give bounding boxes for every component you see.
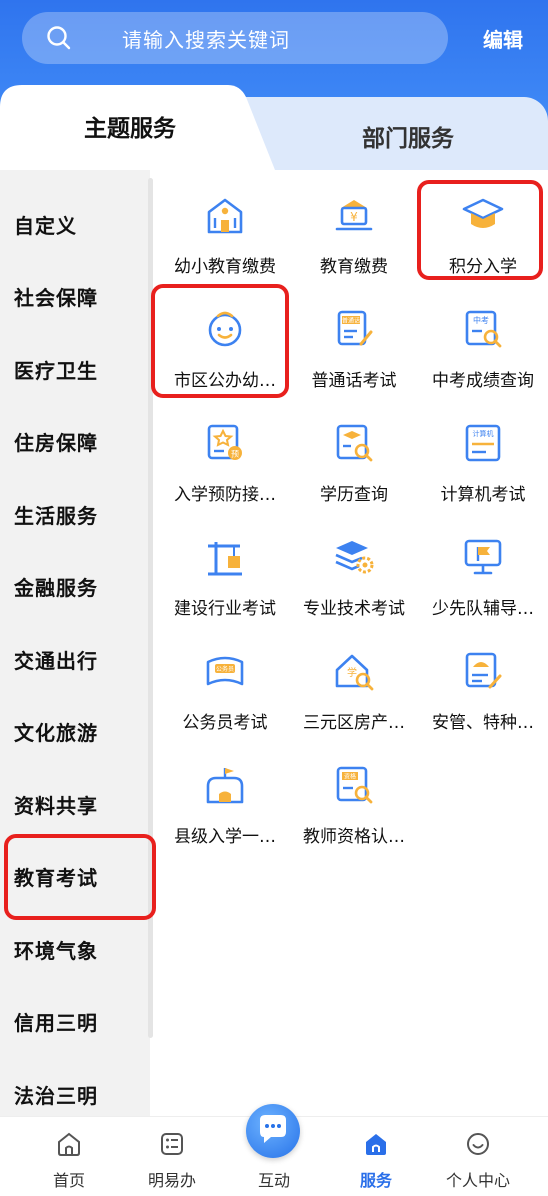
mandarin-label: 普通话	[342, 317, 360, 325]
service-item[interactable]: 预 入学预防接…	[160, 408, 290, 522]
service-item[interactable]: 专业技术考试	[289, 522, 419, 636]
technical-gear-icon	[335, 541, 374, 574]
sidebar-item-law[interactable]: 法治三明	[14, 1080, 98, 1109]
sidebar-item-housing[interactable]: 住房保障	[14, 427, 98, 456]
service-label: 公务员考试	[182, 713, 268, 733]
category-sidebar[interactable]: 自定义 社会保障 医疗卫生 住房保障 生活服务 金融服务 交通出行 文化旅游 资…	[0, 170, 150, 1116]
service-tabs: 主题服务 部门服务	[0, 85, 548, 170]
civil-label: 公务员	[216, 665, 234, 673]
sidebar-item-custom[interactable]: 自定义	[14, 210, 77, 239]
service-label: 计算机考试	[440, 485, 526, 505]
service-label: 中考成绩查询	[432, 371, 534, 391]
service-label: 教师资格认…	[303, 827, 405, 847]
zhongkao-label: 中考	[473, 315, 489, 325]
tab-department-services[interactable]: 部门服务	[362, 119, 454, 153]
service-item[interactable]: 学历查询	[289, 408, 419, 522]
service-item[interactable]: 建设行业考试	[160, 522, 290, 636]
teacher-label: 资格	[344, 773, 356, 781]
tab-services[interactable]: 服务	[326, 1117, 426, 1196]
house-search-icon: 学	[335, 654, 374, 691]
sidebar-item-social-security[interactable]: 社会保障	[14, 282, 98, 311]
tab-personal-center[interactable]: 个人中心	[428, 1117, 528, 1196]
service-label: 学历查询	[320, 485, 388, 505]
civil-servant-exam-icon: 公务员	[206, 656, 244, 686]
service-label: 教育缴费	[320, 257, 388, 277]
sidebar-item-medical[interactable]: 医疗卫生	[14, 355, 98, 384]
tab-label: 明易办	[147, 1171, 196, 1190]
computer-exam-icon: 计算机	[465, 424, 501, 462]
service-item[interactable]: 中考 中考成绩查询	[418, 294, 548, 408]
form-list-icon	[161, 1133, 183, 1155]
service-item[interactable]: 资格 教师资格认…	[289, 750, 419, 864]
sidebar-item-credit[interactable]: 信用三明	[14, 1007, 98, 1036]
service-label: 安管、特种…	[432, 713, 534, 733]
search-bar[interactable]: 请输入搜索关键词	[22, 12, 448, 64]
sidebar-item-environment[interactable]: 环境气象	[14, 935, 98, 964]
service-item[interactable]: 计算机 计算机考试	[418, 408, 548, 522]
safety-helmet-icon	[465, 652, 502, 689]
tab-label: 个人中心	[445, 1171, 510, 1190]
school-flag-icon	[206, 768, 244, 804]
search-icon	[47, 26, 71, 50]
service-item[interactable]: 普通话 普通话考试	[289, 294, 419, 408]
search-placeholder: 请输入搜索关键词	[122, 28, 290, 52]
pin-label: 预	[231, 449, 239, 459]
tab-home[interactable]: 首页	[19, 1117, 119, 1196]
teacher-certificate-icon: 资格	[336, 766, 373, 804]
school-building-icon	[207, 198, 243, 234]
sidebar-item-living[interactable]: 生活服务	[14, 500, 98, 529]
interaction-hub-button[interactable]	[246, 1104, 300, 1158]
mandarin-exam-icon: 普通话	[337, 310, 373, 346]
highlight-education-exam	[4, 834, 156, 920]
exam-score-search-icon: 中考	[465, 310, 502, 348]
service-label: 县级入学一…	[174, 827, 276, 847]
service-item[interactable]: 幼小教育缴费	[160, 180, 290, 294]
sidebar-item-transport[interactable]: 交通出行	[14, 645, 98, 674]
tab-label: 互动	[257, 1171, 290, 1190]
yuan-sign: ¥	[350, 210, 358, 224]
service-label: 建设行业考试	[174, 599, 276, 619]
service-label: 少先队辅导…	[432, 599, 534, 619]
service-label: 普通话考试	[311, 371, 397, 391]
tab-label: 首页	[52, 1171, 85, 1190]
construction-crane-icon	[208, 542, 242, 576]
chat-bubble-icon	[260, 1115, 286, 1143]
service-item[interactable]: 少先队辅导…	[418, 522, 548, 636]
payment-desk-icon: ¥	[335, 200, 373, 231]
service-home-icon	[366, 1134, 386, 1155]
service-item[interactable]: 县级入学一…	[160, 750, 290, 864]
service-item[interactable]: 学 三元区房产…	[289, 636, 419, 750]
tab-label: 服务	[359, 1171, 392, 1190]
service-item[interactable]: ¥ 教育缴费	[289, 180, 419, 294]
xue-label: 学	[347, 666, 357, 679]
computer-label: 计算机	[473, 429, 494, 438]
home-icon	[58, 1132, 80, 1156]
highlight-kindergarten	[151, 284, 289, 398]
highlight-points-enrollment	[417, 180, 543, 280]
sidebar-item-data-sharing[interactable]: 资料共享	[14, 790, 98, 819]
sidebar-item-culture[interactable]: 文化旅游	[14, 717, 98, 746]
service-label: 幼小教育缴费	[174, 257, 276, 277]
service-label: 三元区房产…	[303, 713, 405, 733]
flag-screen-icon	[464, 539, 502, 575]
tab-theme-services[interactable]: 主题服务	[84, 109, 176, 143]
tab-ming-yi-ban[interactable]: 明易办	[122, 1117, 222, 1196]
service-item[interactable]: 公务员 公务员考试	[160, 636, 290, 750]
smile-user-icon	[467, 1133, 489, 1155]
education-search-icon	[336, 424, 373, 462]
vaccination-certificate-icon: 预	[207, 424, 242, 460]
service-item[interactable]: 安管、特种…	[418, 636, 548, 750]
service-label: 入学预防接…	[174, 485, 276, 505]
service-label: 专业技术考试	[303, 599, 405, 619]
sidebar-item-finance[interactable]: 金融服务	[14, 572, 98, 601]
edit-button[interactable]: 编辑	[483, 24, 523, 53]
